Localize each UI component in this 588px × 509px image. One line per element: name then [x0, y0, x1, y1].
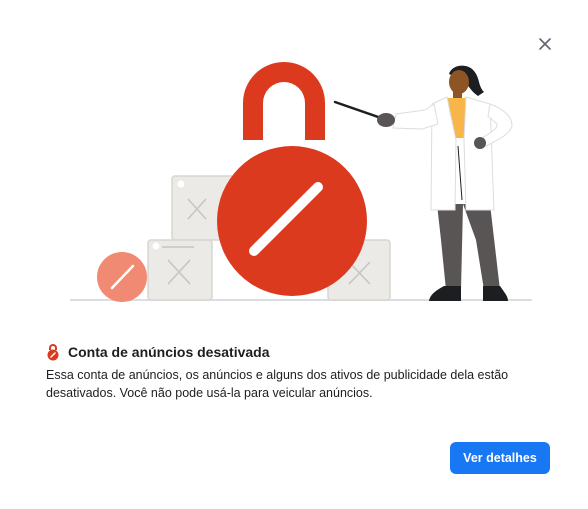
dialog-title: Conta de anúncios desativada	[68, 344, 270, 360]
dialog-description: Essa conta de anúncios, os anúncios e al…	[46, 368, 509, 400]
ad-account-disabled-dialog: Conta de anúncios desativada Essa conta …	[0, 0, 588, 509]
title-row: Conta de anúncios desativada	[46, 342, 270, 362]
lock-icon	[217, 62, 367, 296]
disabled-account-illustration	[70, 62, 532, 302]
stacked-box-left	[147, 239, 213, 301]
small-disabled-circle	[97, 252, 147, 302]
view-details-button[interactable]: Ver detalhes	[450, 442, 550, 474]
lock-alert-icon	[47, 343, 59, 360]
